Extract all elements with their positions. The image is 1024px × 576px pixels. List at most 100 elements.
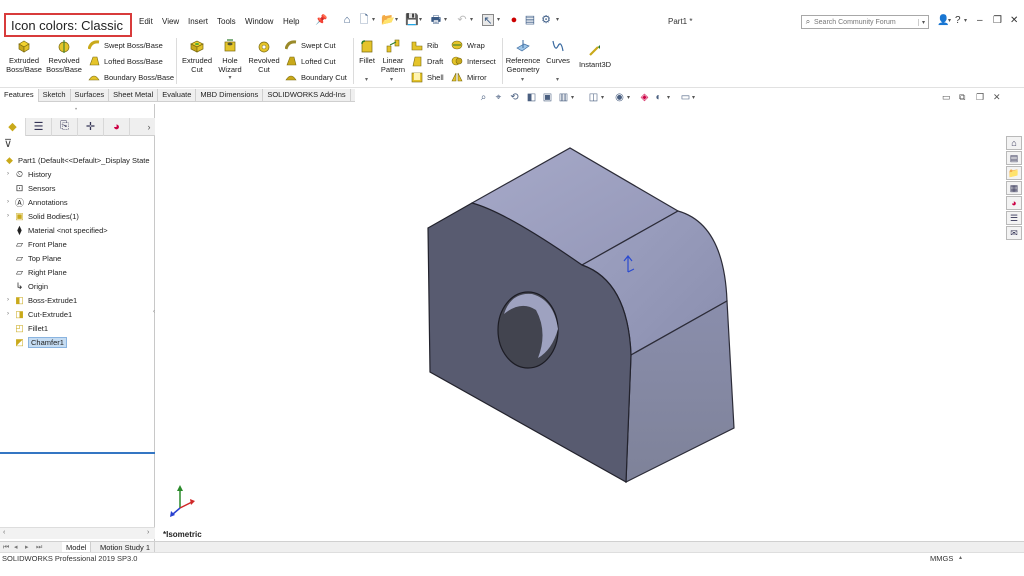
tree-item-cut-extrude1[interactable]: › ◨ Cut-Extrude1 [0, 307, 155, 321]
file-explorer-icon[interactable]: 📁 [1006, 166, 1022, 180]
tab-surfaces[interactable]: Surfaces [71, 89, 110, 102]
open-folder-icon[interactable]: 📂 [381, 14, 395, 26]
expand-arrow-icon[interactable]: › [4, 213, 12, 219]
viewport-restore-icon[interactable]: ❐ [976, 92, 984, 103]
options-gear-icon[interactable]: ⚙ [540, 14, 552, 26]
menu-tools[interactable]: Tools [217, 17, 236, 26]
save-dropdown-icon[interactable]: ▾ [419, 16, 422, 23]
mirror-button[interactable]: Mirror [451, 71, 487, 83]
curves-dropdown-icon[interactable]: ▾ [556, 76, 559, 83]
boundary-boss-button[interactable]: Boundary Boss/Base [88, 71, 174, 83]
tree-filter-icon[interactable]: ⊽ [4, 137, 12, 150]
new-dropdown-icon[interactable]: ▾ [372, 16, 375, 23]
expand-arrow-icon[interactable]: › [4, 171, 12, 177]
restore-icon[interactable]: ❐ [993, 15, 1002, 26]
configurationmanager-tab-icon[interactable]: ⎘ [52, 117, 78, 136]
linear-pattern-dropdown-icon[interactable]: ▾ [390, 76, 393, 83]
tab-solidworks-addins[interactable]: SOLIDWORKS Add-Ins [263, 89, 351, 102]
tree-item-boss-extrude1[interactable]: › ◧ Boss-Extrude1 [0, 293, 155, 307]
pin-menu-icon[interactable]: 📌 [315, 15, 327, 26]
menu-window[interactable]: Window [245, 17, 273, 26]
scroll-right-icon[interactable]: › [147, 529, 149, 536]
intersect-button[interactable]: Intersect [451, 55, 496, 67]
tree-item-top-plane[interactable]: ▱ Top Plane [0, 251, 155, 265]
appearance-icon[interactable]: ◈ [639, 92, 650, 103]
file-properties-icon[interactable]: ▤ [524, 14, 536, 26]
tree-horizontal-scrollbar[interactable]: ‹ › [0, 527, 155, 539]
options-dropdown-icon[interactable]: ▾ [556, 16, 559, 23]
tab-features[interactable]: Features [0, 89, 39, 102]
previous-view-icon[interactable]: ⟲ [509, 92, 520, 103]
viewport-minimize-icon[interactable]: ▭ [942, 92, 951, 103]
rebuild-traffic-light-icon[interactable]: ● [508, 14, 520, 26]
view-orientation-dropdown-icon[interactable]: ▾ [601, 94, 604, 101]
display-manager-icon[interactable]: ▭ [680, 92, 691, 103]
boundary-cut-button[interactable]: Boundary Cut [285, 71, 347, 83]
user-dropdown-icon[interactable]: ▾ [948, 17, 951, 24]
solidworks-resources-icon[interactable]: ⌂ [1006, 136, 1022, 150]
view-settings-dropdown-icon[interactable]: ▾ [571, 94, 574, 101]
tree-item-fillet1[interactable]: ◰ Fillet1 [0, 321, 155, 335]
hole-wizard-dropdown-icon[interactable]: ▾ [228, 74, 231, 83]
reference-geometry-button[interactable]: Reference Geometry [505, 38, 541, 74]
tree-item-front-plane[interactable]: ▱ Front Plane [0, 237, 155, 251]
menu-help[interactable]: Help [283, 17, 299, 26]
shell-button[interactable]: Shell [411, 71, 444, 83]
revolved-boss-button[interactable]: Revolved Boss/Base [44, 38, 84, 74]
scene-icon[interactable]: ◐ [653, 92, 664, 103]
tree-item-material[interactable]: ⧫ Material <not specified> [0, 223, 155, 237]
tree-item-part1[interactable]: ◆ Part1 (Default<<Default>_Display State [0, 153, 155, 167]
lofted-cut-button[interactable]: Lofted Cut [285, 55, 336, 67]
revolved-cut-button[interactable]: Revolved Cut [246, 38, 282, 74]
minimize-icon[interactable]: – [977, 15, 983, 26]
view-orientation-icon[interactable]: ◫ [588, 92, 599, 103]
display-style-icon[interactable]: ◉ [614, 92, 625, 103]
propertymanager-tab-icon[interactable]: ☰ [26, 117, 52, 136]
tab-sketch[interactable]: Sketch [39, 89, 71, 102]
tree-item-history[interactable]: › ⏲ History [0, 167, 155, 181]
fillet-dropdown-icon[interactable]: ▾ [365, 76, 368, 83]
undo-dropdown-icon[interactable]: ▾ [470, 16, 473, 23]
panel-resize-handle-icon[interactable]: ‹ [153, 309, 155, 315]
lofted-boss-button[interactable]: Lofted Boss/Base [88, 55, 163, 67]
reference-triad[interactable] [170, 485, 195, 517]
appearances-icon[interactable]: ◕ [1006, 196, 1022, 210]
displaymanager-tab-icon[interactable]: ◕ [104, 117, 130, 136]
scene-dropdown-icon[interactable]: ▾ [667, 94, 670, 101]
viewport-tile-icon[interactable]: ⧉ [959, 92, 965, 103]
expand-arrow-icon[interactable]: › [4, 297, 12, 303]
linear-pattern-button[interactable]: Linear Pattern [378, 38, 408, 74]
zoom-to-area-icon[interactable]: ⌖ [493, 92, 504, 103]
graphics-area[interactable] [156, 104, 1006, 541]
open-dropdown-icon[interactable]: ▾ [395, 16, 398, 23]
wrap-button[interactable]: Wrap [451, 39, 485, 51]
display-style-dropdown-icon[interactable]: ▾ [627, 94, 630, 101]
search-dropdown-icon[interactable]: ▾ [918, 18, 928, 26]
tree-item-right-plane[interactable]: ▱ Right Plane [0, 265, 155, 279]
select-cursor-icon[interactable]: ↖ [482, 14, 494, 27]
tab-scroll-arrow-icon[interactable]: › [143, 122, 155, 132]
extruded-boss-button[interactable]: Extruded Boss/Base [4, 38, 44, 74]
swept-boss-button[interactable]: Swept Boss/Base [88, 39, 163, 51]
instant3d-button[interactable]: Instant3D [576, 42, 614, 69]
tree-item-origin[interactable]: ↳ Origin [0, 279, 155, 293]
featuremanager-tab-icon[interactable]: ◆ [0, 117, 26, 136]
expand-arrow-icon[interactable]: › [4, 311, 12, 317]
rollback-bar[interactable] [0, 452, 155, 454]
help-dropdown-icon[interactable]: ▾ [964, 17, 967, 24]
swept-cut-button[interactable]: Swept Cut [285, 39, 336, 51]
extruded-cut-button[interactable]: Extruded Cut [178, 38, 216, 74]
menu-insert[interactable]: Insert [188, 17, 208, 26]
reference-geometry-dropdown-icon[interactable]: ▾ [521, 76, 524, 83]
tab-mbd-dimensions[interactable]: MBD Dimensions [196, 89, 264, 102]
select-dropdown-icon[interactable]: ▾ [497, 16, 500, 23]
expand-arrow-icon[interactable]: › [4, 199, 12, 205]
display-manager-dropdown-icon[interactable]: ▾ [692, 94, 695, 101]
menu-edit[interactable]: Edit [139, 17, 153, 26]
fillet-button[interactable]: Fillet [355, 38, 379, 65]
close-icon[interactable]: ✕ [1010, 15, 1018, 26]
tree-item-solid-bodies[interactable]: › ▣ Solid Bodies(1) [0, 209, 155, 223]
tree-item-sensors[interactable]: ⊡ Sensors [0, 181, 155, 195]
help-question-icon[interactable]: ? [955, 15, 961, 26]
curves-button[interactable]: Curves [543, 38, 573, 65]
